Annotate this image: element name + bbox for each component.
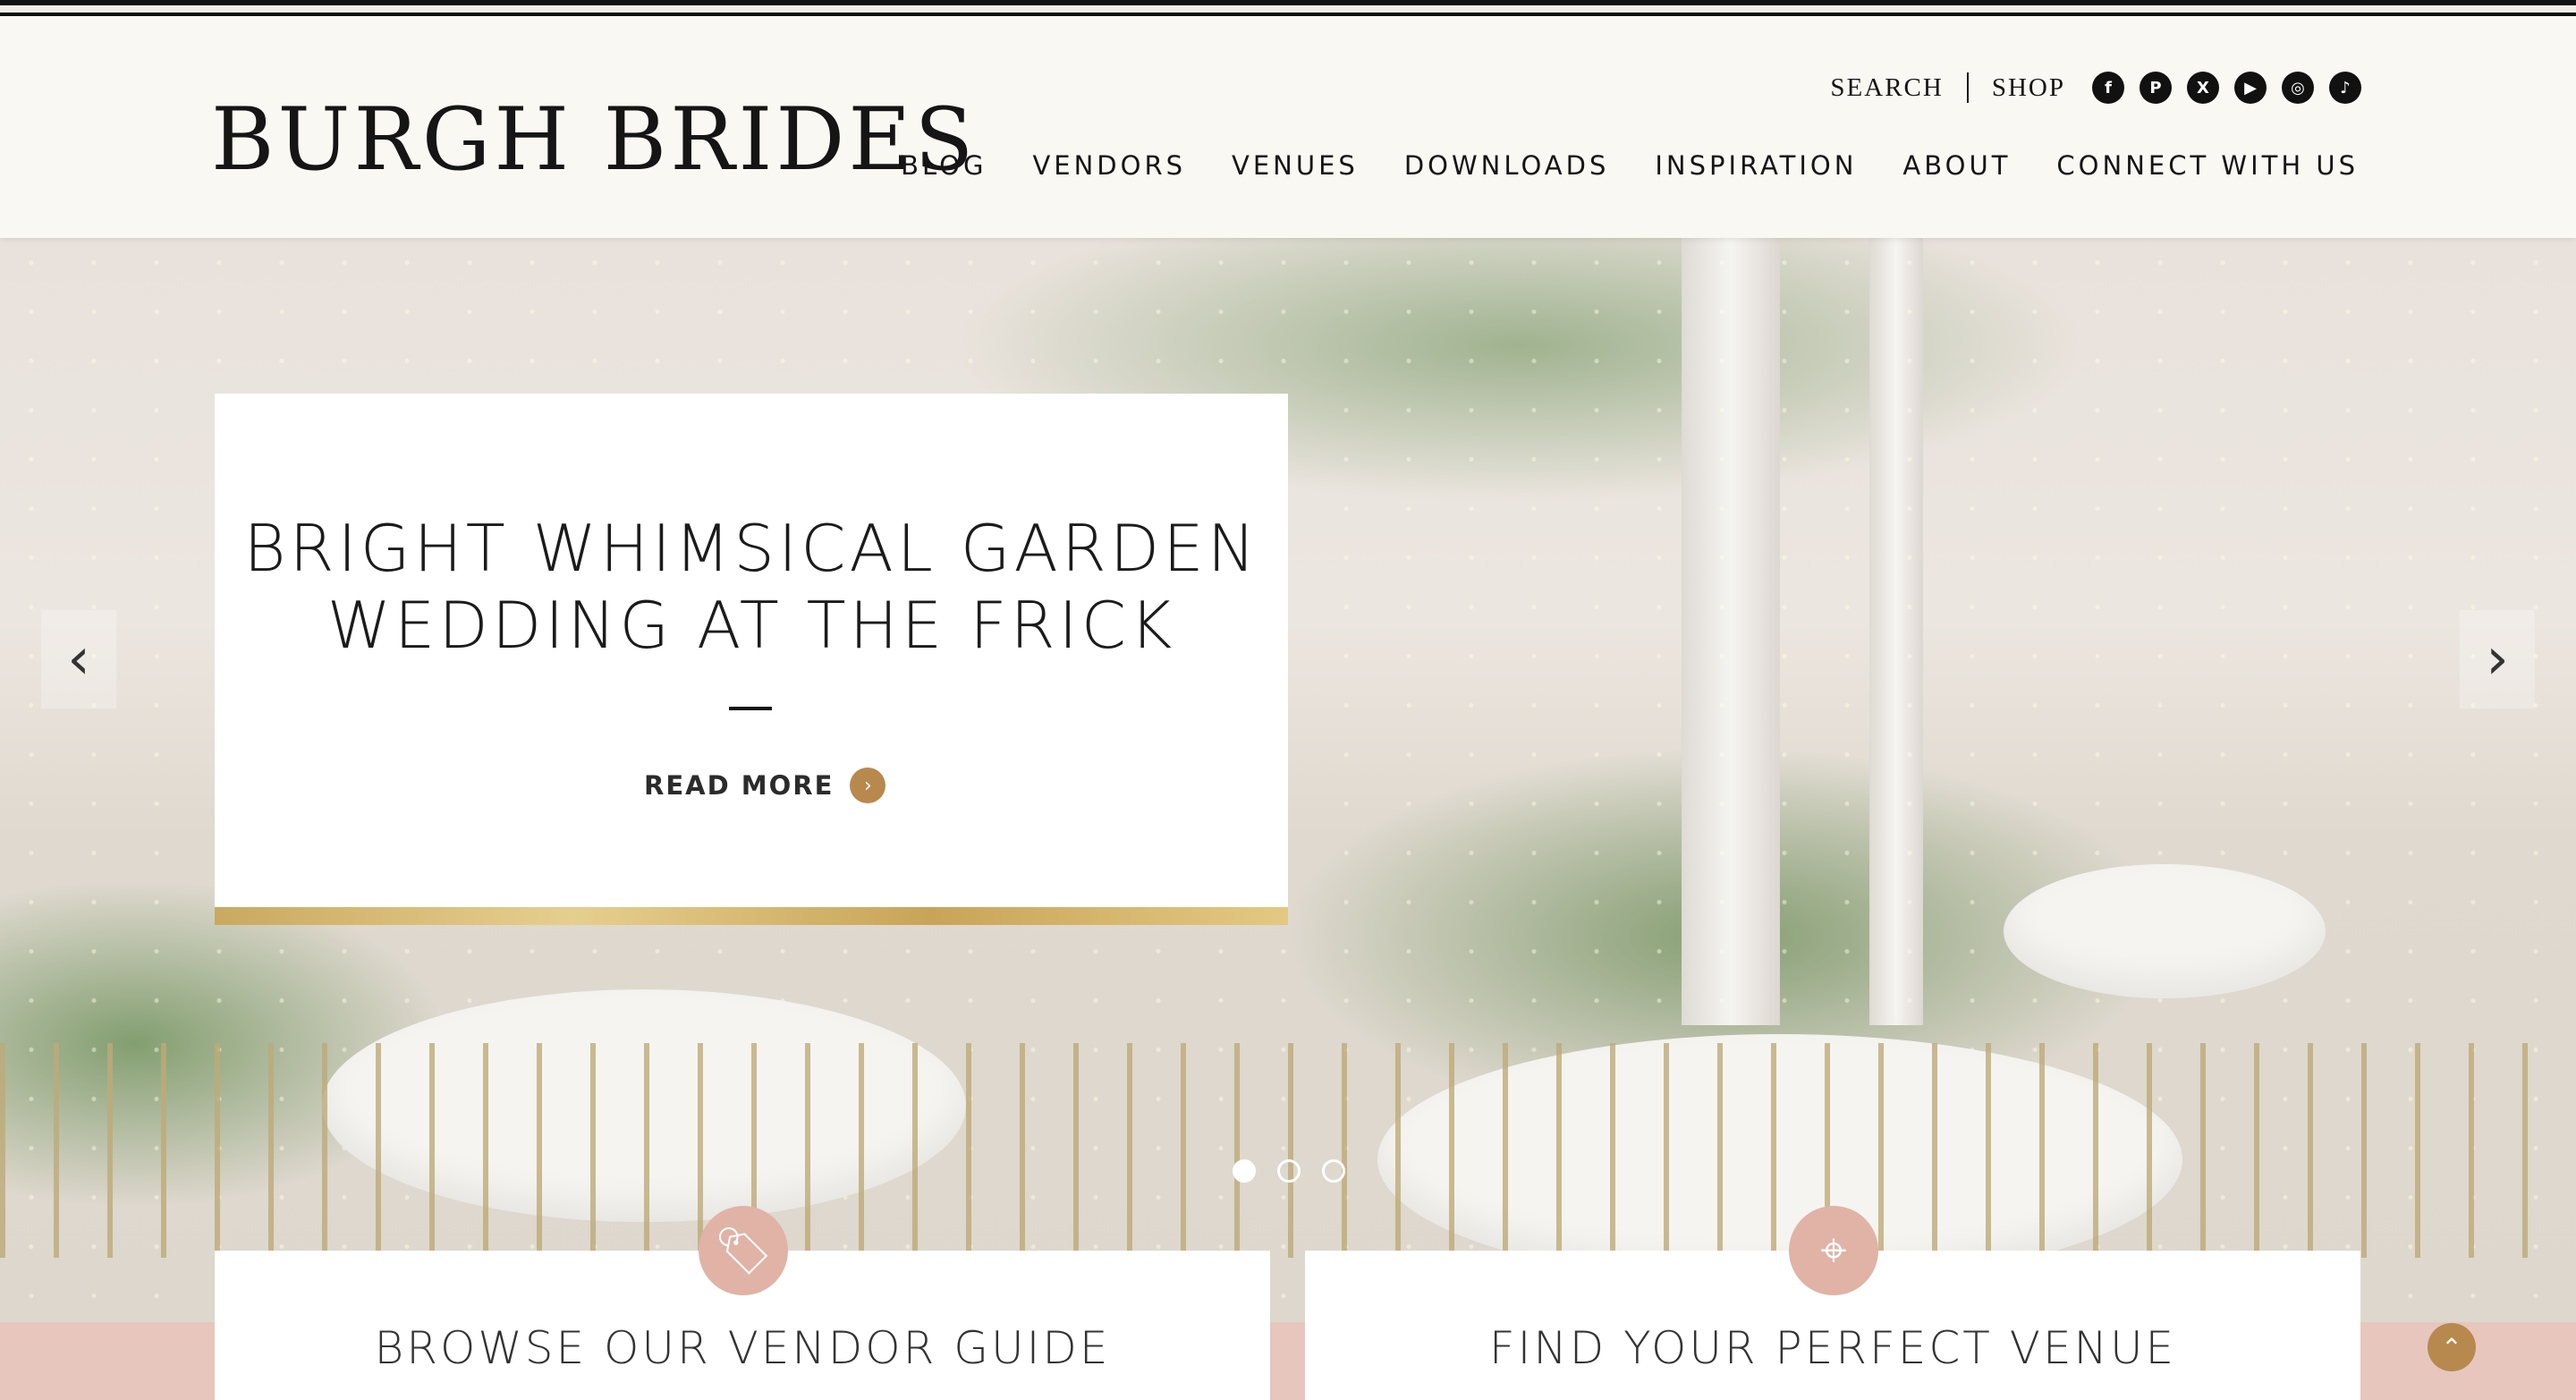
social-links: f P X ▶ ◎ ♪ xyxy=(2092,72,2361,104)
location-pin-icon: ⌖ xyxy=(1789,1206,1878,1295)
title-divider xyxy=(729,707,772,710)
nav-vendors[interactable]: VENDORS xyxy=(1032,150,1186,181)
page: BURGH BRIDES SEARCH SHOP f P X ▶ ◎ ♪ BLO… xyxy=(0,0,2576,1400)
pinterest-icon[interactable]: P xyxy=(2140,72,2172,104)
facebook-icon[interactable]: f xyxy=(2092,72,2124,104)
featured-post-title[interactable]: BRIGHT WHIMSICAL GARDEN WEDDING AT THE F… xyxy=(215,510,1288,664)
shop-link[interactable]: SHOP xyxy=(1992,73,2065,103)
read-more-label: READ MORE xyxy=(644,770,835,801)
site-logo[interactable]: BURGH BRIDES xyxy=(211,97,977,182)
nav-connect[interactable]: CONNECT WITH US xyxy=(2056,150,2359,181)
search-link[interactable]: SEARCH xyxy=(1830,73,1943,103)
nav-about[interactable]: ABOUT xyxy=(1902,150,2011,181)
site-header: BURGH BRIDES SEARCH SHOP f P X ▶ ◎ ♪ BLO… xyxy=(0,16,2576,238)
featured-post-title-line-2: WEDDING AT THE FRICK xyxy=(326,588,1176,663)
venue-title: FIND YOUR PERFECT VENUE xyxy=(1488,1322,2177,1374)
chevron-right-icon: › xyxy=(850,768,886,803)
top-border xyxy=(0,0,2576,5)
slider-dot-3[interactable] xyxy=(1322,1159,1345,1183)
x-icon[interactable]: X xyxy=(2187,72,2219,104)
instagram-icon[interactable]: ◎ xyxy=(2282,72,2314,104)
nav-venues[interactable]: VENUES xyxy=(1232,150,1359,181)
read-more-link[interactable]: READ MORE › xyxy=(644,768,886,803)
gold-accent-bar xyxy=(215,907,1288,925)
main-nav: BLOG VENDORS VENUES DOWNLOADS INSPIRATIO… xyxy=(901,150,2359,181)
nav-blog[interactable]: BLOG xyxy=(901,150,987,181)
featured-post-card: BRIGHT WHIMSICAL GARDEN WEDDING AT THE F… xyxy=(215,394,1288,925)
hero-photo-chairs xyxy=(0,1043,2576,1258)
slider-prev-button[interactable]: ‹ xyxy=(41,610,116,708)
slider-dot-1[interactable] xyxy=(1233,1159,1256,1183)
back-to-top-button[interactable]: ⌃ xyxy=(2428,1323,2476,1371)
utility-nav: SEARCH SHOP f P X ▶ ◎ ♪ xyxy=(1830,70,2361,106)
slider-dots xyxy=(1233,1159,1345,1183)
tiktok-icon[interactable]: ♪ xyxy=(2329,72,2361,104)
nav-downloads[interactable]: DOWNLOADS xyxy=(1404,150,1610,181)
utility-divider xyxy=(1966,72,1969,103)
tag-icon: 🏷 xyxy=(699,1206,788,1295)
slider-next-button[interactable]: › xyxy=(2460,610,2535,708)
featured-post-title-line-1: BRIGHT WHIMSICAL GARDEN xyxy=(243,511,1259,586)
vendor-guide-title: BROWSE OUR VENDOR GUIDE xyxy=(374,1322,1111,1374)
slider-dot-2[interactable] xyxy=(1277,1159,1301,1183)
nav-inspiration[interactable]: INSPIRATION xyxy=(1655,150,1857,181)
hero-photo-table xyxy=(2004,864,2326,998)
youtube-icon[interactable]: ▶ xyxy=(2234,72,2267,104)
